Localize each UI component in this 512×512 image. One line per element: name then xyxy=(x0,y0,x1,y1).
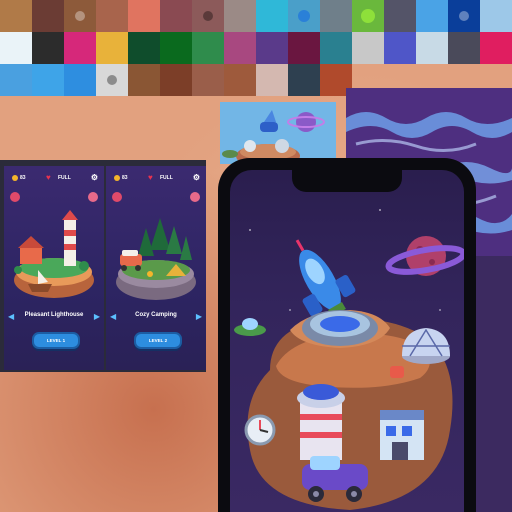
color-swatch xyxy=(64,32,96,64)
ufo-icon xyxy=(234,318,266,336)
planet-icon xyxy=(385,236,464,276)
play-level-button[interactable]: LEVEL 2 xyxy=(134,332,182,349)
color-swatch xyxy=(448,32,480,64)
heart-icon: ♥ xyxy=(46,173,51,182)
coin-count: 83 xyxy=(122,175,128,181)
color-swatch xyxy=(192,32,224,64)
coin-icon xyxy=(12,175,18,181)
color-swatch xyxy=(416,0,448,32)
screenshot-lighthouse: 83 ♥ FULL ⚙ ◀ ▶ Pleasant Lighthouse LEVE… xyxy=(4,166,104,370)
color-swatch xyxy=(160,0,192,32)
space-island-scene xyxy=(234,209,464,510)
phone-mockup xyxy=(218,158,476,512)
color-swatch xyxy=(32,0,64,32)
level-title: Cozy Camping xyxy=(135,312,177,318)
color-swatch xyxy=(224,64,256,96)
color-swatch xyxy=(256,0,288,32)
color-swatch xyxy=(448,0,480,32)
color-swatch xyxy=(32,64,64,96)
color-swatch xyxy=(384,32,416,64)
color-swatch xyxy=(288,32,320,64)
color-swatch xyxy=(128,64,160,96)
color-swatch xyxy=(352,0,384,32)
color-swatch xyxy=(224,32,256,64)
screenshots-panel: 83 ♥ FULL ⚙ ◀ ▶ Pleasant Lighthouse LEVE… xyxy=(0,160,206,372)
dark-texture-strip xyxy=(476,256,512,512)
phone-screen xyxy=(230,170,464,512)
color-swatch xyxy=(480,0,512,32)
color-swatch xyxy=(160,64,192,96)
landing-pad xyxy=(302,310,378,346)
color-swatch xyxy=(64,64,96,96)
clock-icon xyxy=(244,414,276,446)
lives-status: FULL xyxy=(58,175,71,181)
gift-icon[interactable] xyxy=(190,192,200,202)
camping-island xyxy=(116,218,196,300)
offer-icon[interactable] xyxy=(10,192,20,202)
lives-status: FULL xyxy=(160,175,173,181)
lighthouse-island xyxy=(14,210,94,298)
color-swatch xyxy=(256,64,288,96)
play-level-button[interactable]: LEVEL 1 xyxy=(32,332,80,349)
phone-notch xyxy=(292,170,402,192)
coin-icon xyxy=(114,175,120,181)
color-swatch xyxy=(96,0,128,32)
color-swatch xyxy=(128,32,160,64)
color-swatch xyxy=(320,0,352,32)
color-swatch xyxy=(224,0,256,32)
hud-bar: 83 ♥ FULL ⚙ xyxy=(8,172,100,184)
color-swatch xyxy=(96,64,128,96)
color-swatch xyxy=(0,32,32,64)
control-tower xyxy=(297,384,345,460)
color-swatch xyxy=(288,64,320,96)
gift-icon[interactable] xyxy=(88,192,98,202)
color-swatch xyxy=(288,0,320,32)
color-swatch xyxy=(192,64,224,96)
screenshot-camping: 83 ♥ FULL ⚙ ◀ ▶ Cozy Camping LEVEL 2 xyxy=(106,166,206,370)
color-swatch xyxy=(96,32,128,64)
color-swatch xyxy=(0,0,32,32)
lab-building xyxy=(380,410,424,460)
offer-icon[interactable] xyxy=(112,192,122,202)
hud-bar: 83 ♥ FULL ⚙ xyxy=(110,172,202,184)
color-swatch xyxy=(416,32,448,64)
color-swatch xyxy=(128,0,160,32)
heart-icon: ♥ xyxy=(148,173,153,182)
color-swatch xyxy=(320,32,352,64)
level-title: Pleasant Lighthouse xyxy=(24,312,84,318)
color-swatch xyxy=(64,0,96,32)
color-swatch xyxy=(160,32,192,64)
swatch-atlas xyxy=(0,0,512,96)
gear-icon[interactable]: ⚙ xyxy=(193,173,200,182)
color-swatch xyxy=(256,32,288,64)
color-swatch xyxy=(0,64,32,96)
space-texture-tile xyxy=(220,102,336,164)
coin-count: 83 xyxy=(20,175,26,181)
color-swatch xyxy=(384,0,416,32)
color-swatch xyxy=(192,0,224,32)
color-swatch xyxy=(352,32,384,64)
color-swatch xyxy=(32,32,64,64)
gear-icon[interactable]: ⚙ xyxy=(91,173,98,182)
color-swatch xyxy=(480,32,512,64)
